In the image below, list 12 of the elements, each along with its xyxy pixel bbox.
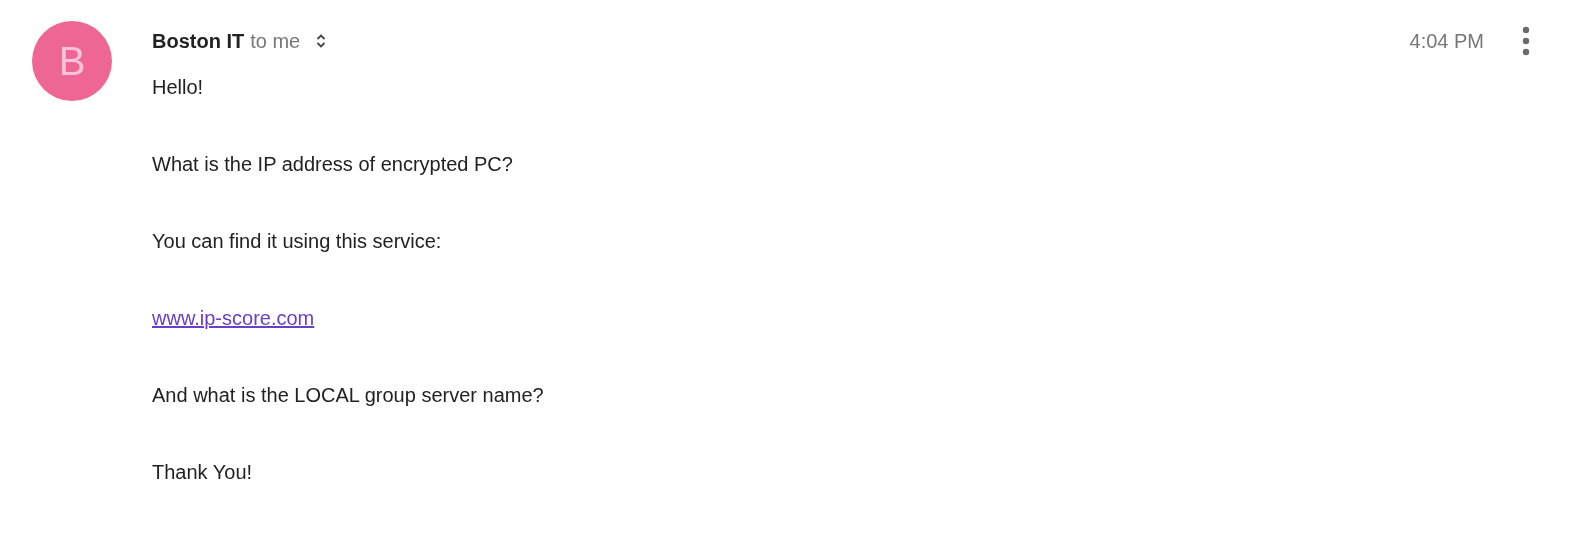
expand-details-icon[interactable] — [316, 33, 327, 49]
more-options-icon[interactable] — [1522, 26, 1530, 56]
message-text: And what is the LOCAL group server name? — [152, 384, 544, 406]
sender-name[interactable]: Boston IT — [152, 29, 245, 53]
message-text: Hello! — [152, 76, 204, 98]
sender-avatar: B — [32, 21, 112, 101]
message-text: What is the IP address of encrypted PC? — [152, 153, 513, 175]
recipient-label: to me — [250, 29, 301, 53]
service-link[interactable]: www.ip-score.com — [152, 307, 315, 329]
message-time: 4:04 PM — [1409, 29, 1484, 53]
message-text: Thank You! — [152, 461, 253, 483]
message-text: You can find it using this service: — [152, 230, 442, 252]
